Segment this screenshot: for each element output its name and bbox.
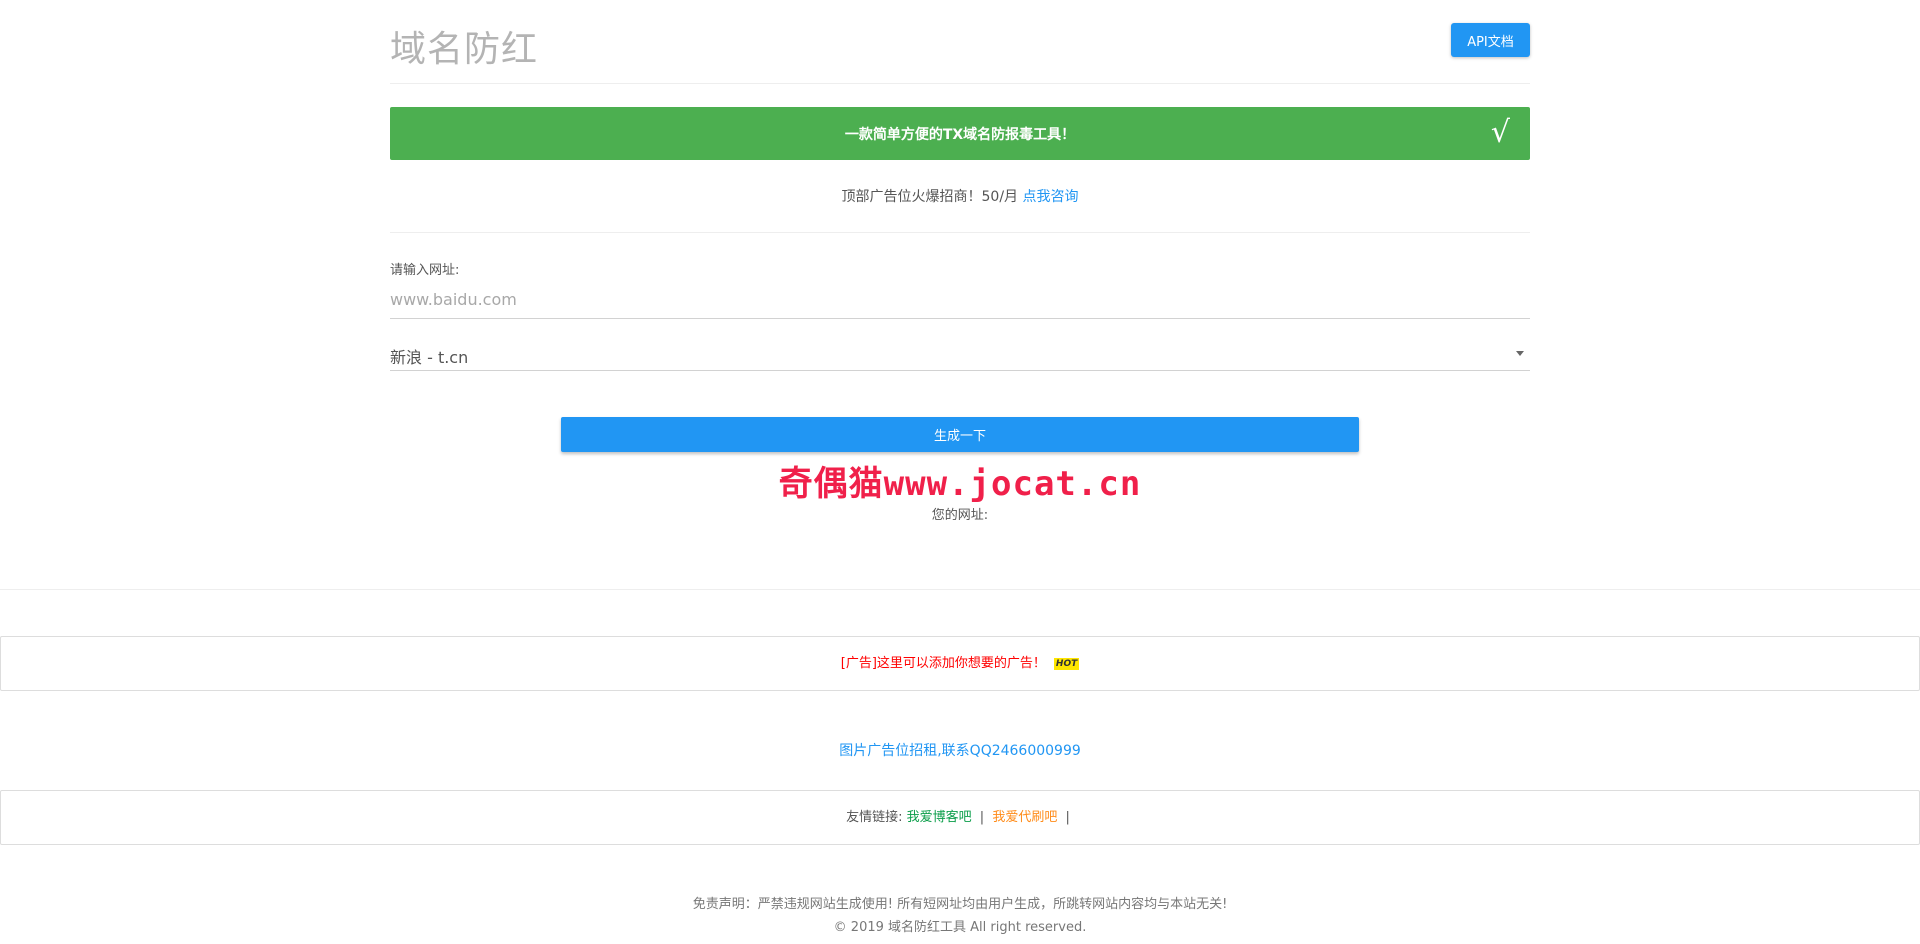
- url-label: 请输入网址:: [390, 263, 460, 278]
- top-ad-line: 顶部广告位火爆招商！50/月 点我咨询: [390, 160, 1530, 233]
- link-separator: |: [1065, 810, 1070, 825]
- image-ad-link[interactable]: 图片广告位招租,联系QQ2466000999: [0, 740, 1920, 760]
- result-label: 您的网址:: [931, 508, 989, 523]
- hot-badge: HOT: [1053, 657, 1080, 670]
- friend-link-blog[interactable]: 我爱博客吧: [907, 810, 972, 825]
- info-banner: 一款简单方便的TX域名防报毒工具！ √: [390, 107, 1530, 160]
- main-container: 域名防红 API文档 一款简单方便的TX域名防报毒工具！ √ 顶部广告位火爆招商…: [390, 0, 1530, 523]
- check-icon: √: [1490, 115, 1510, 150]
- section-divider: [0, 589, 1920, 590]
- friend-links-box: 友情链接: 我爱博客吧 | 我爱代刷吧 |: [0, 790, 1920, 845]
- top-ad-text: 顶部广告位火爆招商！50/月: [841, 189, 1019, 205]
- footer-copyright: © 2019 域名防红工具 All right reserved.: [833, 920, 1087, 935]
- ad-box-text: [广告]这里可以添加你想要的广告！: [840, 656, 1046, 671]
- api-docs-button[interactable]: API文档: [1451, 23, 1530, 57]
- page-title: 域名防红: [390, 29, 539, 70]
- shortener-select-value: 新浪 - t.cn: [390, 348, 469, 367]
- url-input[interactable]: [390, 282, 1530, 319]
- shortener-select[interactable]: 新浪 - t.cn: [390, 337, 1530, 371]
- url-form: 请输入网址: 新浪 - t.cn 生成一下 奇偶猫www.jocat.cn 您的…: [390, 233, 1530, 523]
- link-separator: |: [979, 810, 985, 825]
- consult-link[interactable]: 点我咨询: [1022, 189, 1078, 205]
- page-header: 域名防红 API文档: [390, 0, 1530, 84]
- friend-link-daishua[interactable]: 我爱代刷吧: [992, 810, 1057, 825]
- generate-button[interactable]: 生成一下: [561, 417, 1359, 452]
- banner-text: 一款简单方便的TX域名防报毒工具！: [844, 126, 1076, 143]
- watermark-text: 奇偶猫www.jocat.cn: [778, 464, 1142, 504]
- friend-links-label: 友情链接:: [846, 810, 903, 825]
- footer-disclaimer: 免责声明：严禁违规网站生成使用! 所有短网址均由用户生成，所跳转网站内容均与本站…: [692, 897, 1228, 912]
- caret-down-icon: [1516, 351, 1524, 356]
- ad-box[interactable]: [广告]这里可以添加你想要的广告！ HOT: [0, 636, 1920, 691]
